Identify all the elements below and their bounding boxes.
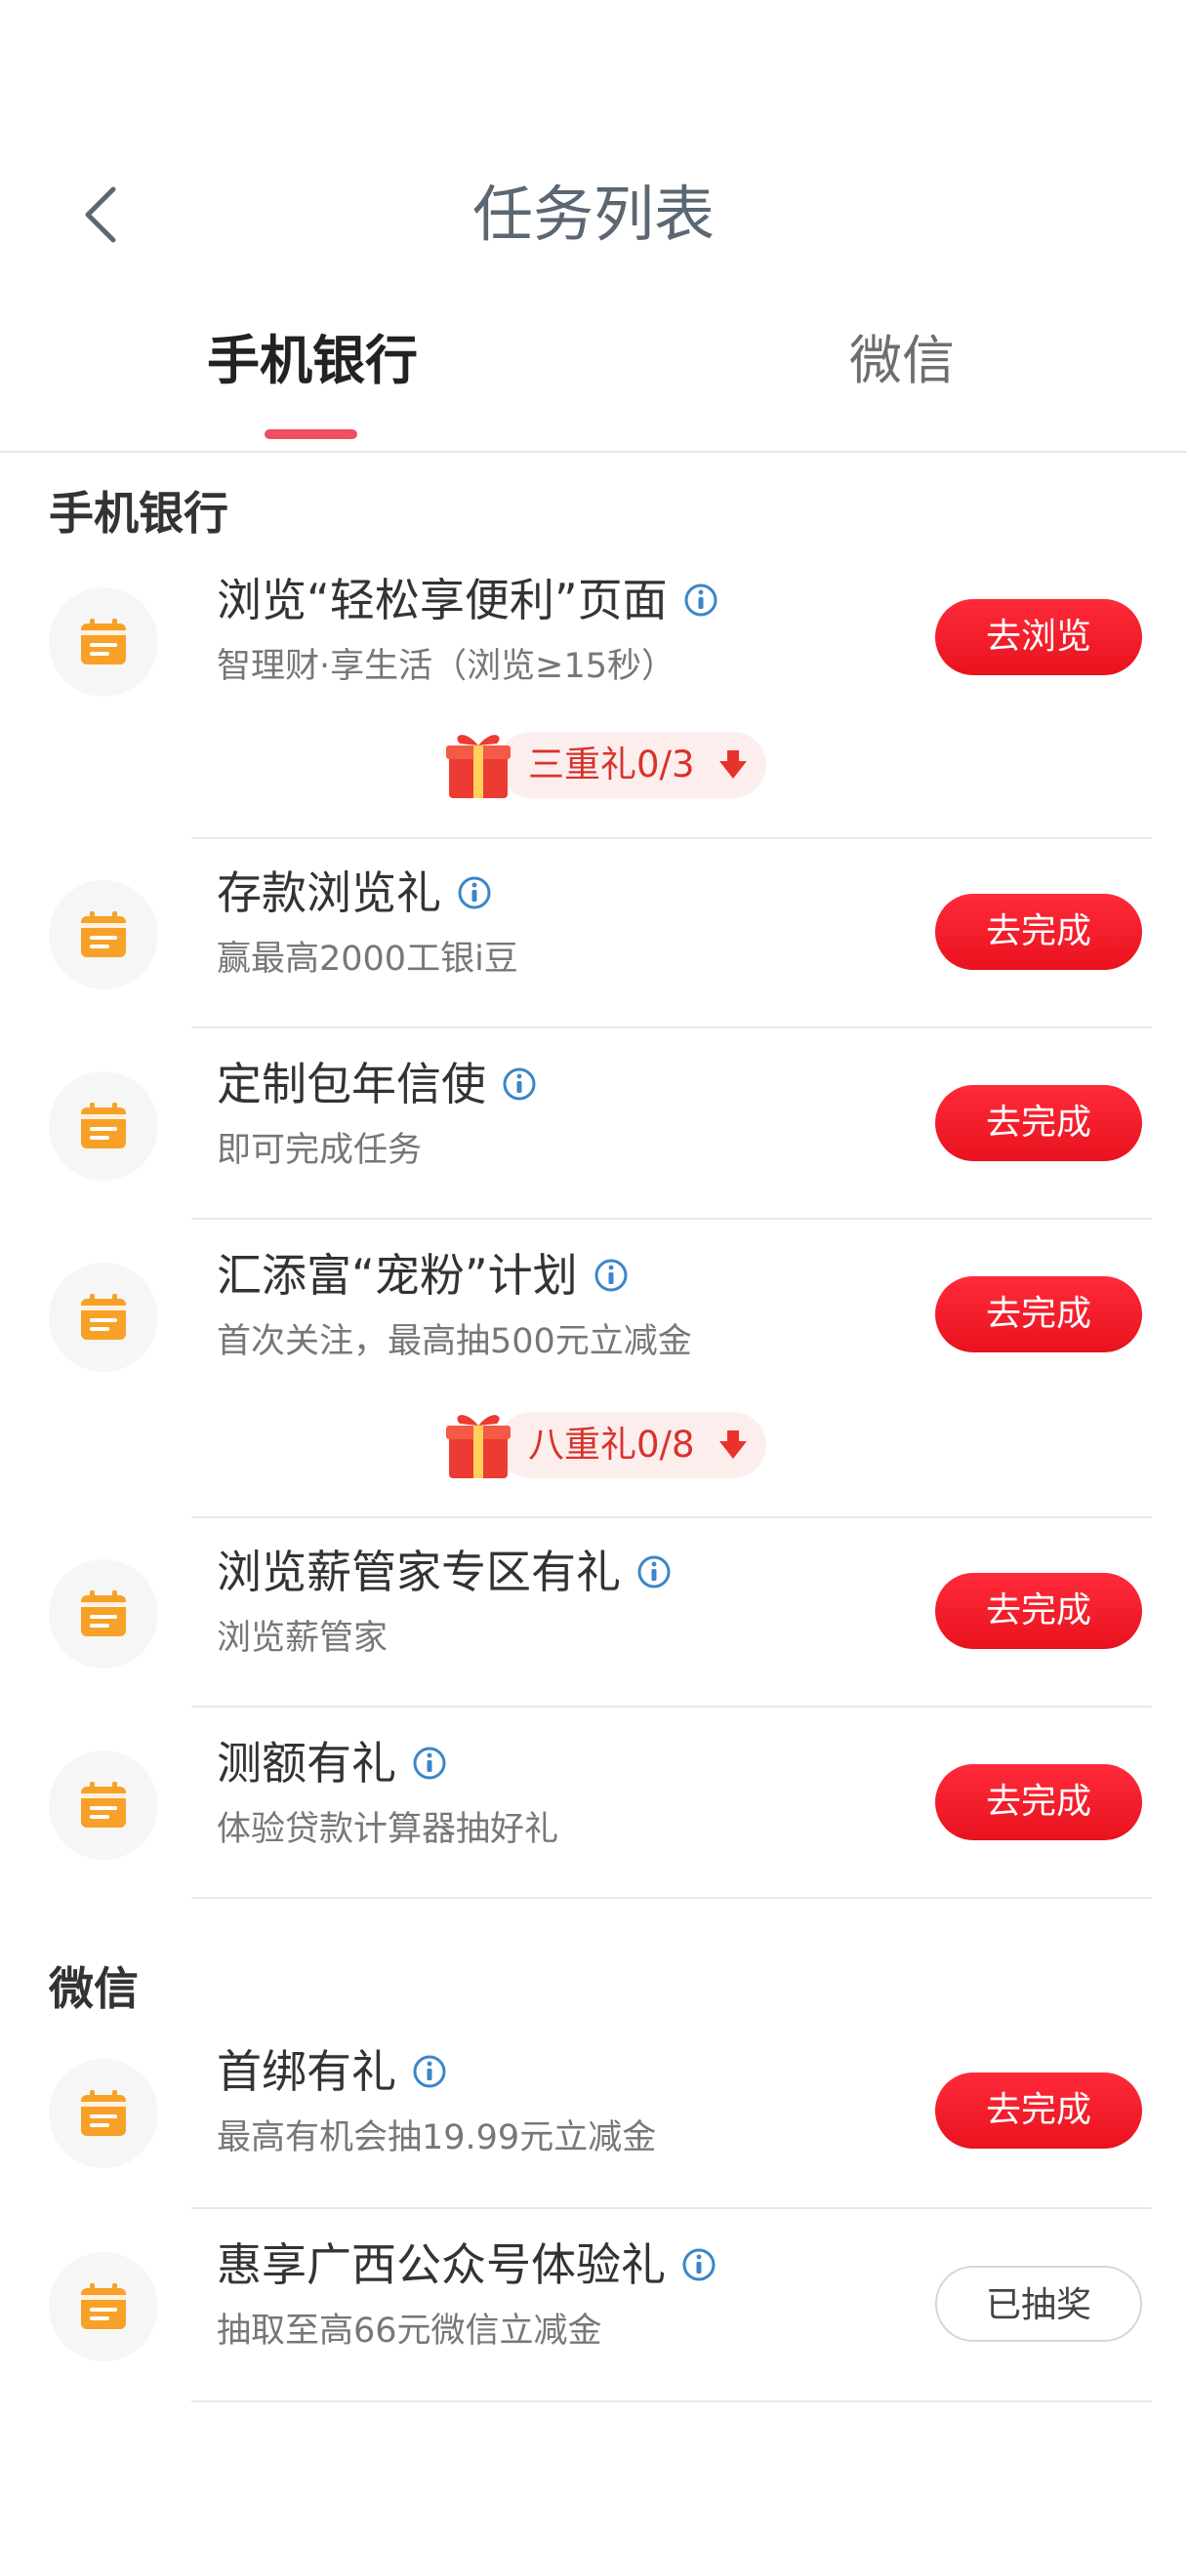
tab-label: 手机银行 xyxy=(207,330,418,391)
task-list-page: 任务列表 手机银行 微信 手机银行 浏览“轻松享便利”页面 智理财·享生活（浏览… xyxy=(0,0,1187,2576)
divider xyxy=(191,1897,1152,1899)
divider xyxy=(191,837,1152,839)
calendar-icon xyxy=(49,1559,158,1669)
info-icon[interactable] xyxy=(412,2054,447,2089)
task-title: 定制包年信使 xyxy=(217,1055,537,1113)
task-subtitle: 浏览薪管家 xyxy=(217,1619,389,1658)
divider xyxy=(191,2207,1152,2209)
header: 任务列表 xyxy=(0,146,1187,273)
task-subtitle: 抽取至高66元微信立减金 xyxy=(217,2312,602,2351)
info-icon[interactable] xyxy=(636,1554,672,1590)
task-title: 首绑有礼 xyxy=(217,2042,447,2101)
task-title-text: 汇添富“宠粉”计划 xyxy=(217,1249,578,1302)
task-item: 首绑有礼 最高有机会抽19.99元立减金 去完成 xyxy=(0,2037,1187,2203)
reward-label: 三重礼0/3 xyxy=(528,744,695,785)
tabs-divider xyxy=(0,451,1187,453)
task-title: 惠享广西公众号体验礼 xyxy=(217,2235,716,2294)
calendar-icon xyxy=(49,2252,158,2361)
task-title: 存款浏览礼 xyxy=(217,864,492,922)
info-icon[interactable] xyxy=(457,875,492,910)
info-icon[interactable] xyxy=(412,1746,447,1781)
calendar-icon xyxy=(49,587,158,697)
gift-icon xyxy=(446,735,511,798)
task-title: 浏览薪管家专区有礼 xyxy=(217,1543,672,1601)
tab-label: 微信 xyxy=(849,330,955,391)
task-subtitle: 赢最高2000工银i豆 xyxy=(217,940,518,979)
task-subtitle: 智理财·享生活（浏览≥15秒） xyxy=(217,647,675,686)
complete-button[interactable]: 去完成 xyxy=(935,1573,1142,1649)
reward-badge[interactable]: 三重礼0/3 xyxy=(444,730,766,800)
complete-button[interactable]: 去完成 xyxy=(935,894,1142,970)
complete-button[interactable]: 去完成 xyxy=(935,1276,1142,1352)
calendar-icon xyxy=(49,1751,158,1860)
divider xyxy=(191,1218,1152,1220)
gift-icon xyxy=(446,1415,511,1478)
task-title-text: 首绑有礼 xyxy=(217,2045,396,2098)
task-title: 测额有礼 xyxy=(217,1734,447,1792)
info-icon[interactable] xyxy=(681,2247,716,2282)
task-title-text: 测额有礼 xyxy=(217,1737,396,1790)
arrow-down-icon xyxy=(719,1430,747,1459)
task-item: 定制包年信使 即可完成任务 去完成 xyxy=(0,1050,1187,1216)
task-title-text: 定制包年信使 xyxy=(217,1058,486,1110)
task-item: 测额有礼 体验贷款计算器抽好礼 去完成 xyxy=(0,1729,1187,1895)
complete-button[interactable]: 去完成 xyxy=(935,1764,1142,1840)
reward-badge[interactable]: 八重礼0/8 xyxy=(444,1410,766,1480)
info-icon[interactable] xyxy=(683,583,718,618)
active-tab-indicator xyxy=(265,429,357,439)
task-title: 浏览“轻松享便利”页面 xyxy=(217,571,718,629)
tab-mobile-banking[interactable]: 手机银行 xyxy=(166,312,459,429)
task-item: 存款浏览礼 赢最高2000工银i豆 去完成 xyxy=(0,859,1187,1025)
drawn-status-button[interactable]: 已抽奖 xyxy=(935,2266,1142,2342)
task-title: 汇添富“宠粉”计划 xyxy=(217,1246,629,1305)
task-title-text: 浏览“轻松享便利”页面 xyxy=(217,574,668,626)
task-subtitle: 最高有机会抽19.99元立减金 xyxy=(217,2118,657,2157)
task-title-text: 惠享广西公众号体验礼 xyxy=(217,2238,666,2291)
calendar-icon xyxy=(49,1071,158,1181)
calendar-icon xyxy=(49,1263,158,1372)
task-title-text: 存款浏览礼 xyxy=(217,866,441,919)
divider xyxy=(191,1026,1152,1028)
reward-label: 八重礼0/8 xyxy=(528,1424,695,1466)
complete-button[interactable]: 去完成 xyxy=(935,1085,1142,1161)
task-title-text: 浏览薪管家专区有礼 xyxy=(217,1546,621,1598)
arrow-down-icon xyxy=(719,750,747,779)
calendar-icon xyxy=(49,2059,158,2168)
task-item: 汇添富“宠粉”计划 首次关注，最高抽500元立减金 去完成 xyxy=(0,1241,1187,1407)
divider xyxy=(191,1516,1152,1518)
divider xyxy=(191,1706,1152,1708)
task-item: 浏览薪管家专区有礼 浏览薪管家 去完成 xyxy=(0,1538,1187,1704)
complete-button[interactable]: 去完成 xyxy=(935,2073,1142,2149)
section-title-wechat: 微信 xyxy=(49,1962,139,2015)
info-icon[interactable] xyxy=(594,1258,629,1293)
info-icon[interactable] xyxy=(502,1067,537,1102)
browse-button[interactable]: 去浏览 xyxy=(935,599,1142,675)
section-title-mobile-banking: 手机银行 xyxy=(49,487,228,540)
calendar-icon xyxy=(49,880,158,989)
task-subtitle: 体验贷款计算器抽好礼 xyxy=(217,1810,559,1849)
tab-wechat[interactable]: 微信 xyxy=(804,312,1000,429)
divider xyxy=(191,2400,1152,2402)
tab-bar: 手机银行 微信 xyxy=(0,312,1187,449)
task-subtitle: 首次关注，最高抽500元立减金 xyxy=(217,1322,692,1361)
page-title: 任务列表 xyxy=(471,179,715,250)
task-item: 浏览“轻松享便利”页面 智理财·享生活（浏览≥15秒） 去浏览 xyxy=(0,566,1187,732)
task-item: 惠享广西公众号体验礼 抽取至高66元微信立减金 已抽奖 xyxy=(0,2231,1187,2396)
task-subtitle: 即可完成任务 xyxy=(217,1131,423,1170)
